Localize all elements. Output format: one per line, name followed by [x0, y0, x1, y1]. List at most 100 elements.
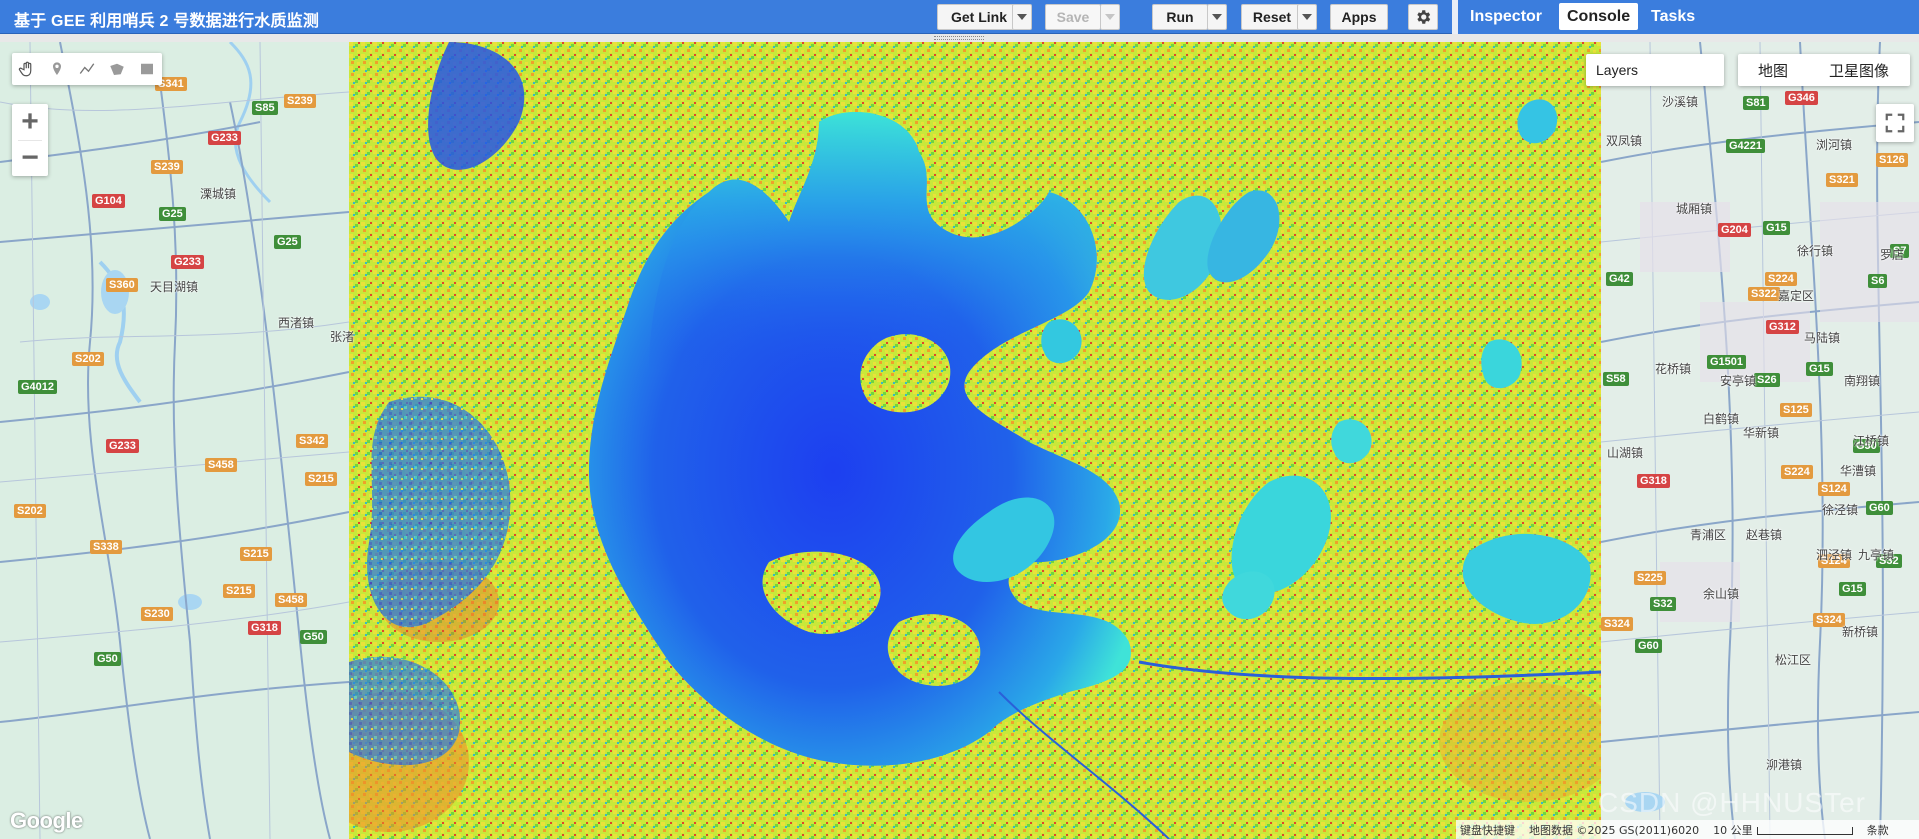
settings-button[interactable]: [1408, 4, 1438, 30]
get-link-button[interactable]: Get Link: [937, 4, 1021, 30]
town-label: 泖港镇: [1766, 758, 1803, 772]
road-shield: S324: [1601, 617, 1633, 631]
script-title[interactable]: 基于 GEE 利用哨兵 2 号数据进行水质监测: [14, 7, 319, 31]
layers-button[interactable]: Layers: [1586, 54, 1724, 86]
get-link-dropdown[interactable]: [1012, 4, 1032, 30]
town-label: 西渚镇: [278, 316, 315, 330]
road-shield: G312: [1766, 320, 1799, 334]
town-label: 赵巷镇: [1746, 528, 1783, 542]
reset-button[interactable]: Reset: [1241, 4, 1303, 30]
road-shield: S202: [14, 504, 46, 518]
road-shield: G204: [1718, 223, 1751, 237]
tab-console[interactable]: Console: [1559, 3, 1639, 30]
tab-tasks[interactable]: Tasks: [1643, 3, 1703, 30]
road-shield: S215: [223, 584, 255, 598]
map-canvas[interactable]: S341 S85 S239 G233 S239 G104 G25 G25 G23…: [0, 42, 1919, 839]
draw-polygon-tool[interactable]: [102, 53, 132, 85]
road-shield: S224: [1781, 465, 1813, 479]
map-data-text: 地图数据 ©2025 GS(2011)6020: [1529, 823, 1700, 837]
road-shield: S324: [1813, 613, 1845, 627]
road-shield: G15: [1763, 221, 1790, 235]
town-label: 浏河镇: [1816, 138, 1853, 152]
town-label: 马陆镇: [1804, 331, 1841, 345]
zoom-control: + −: [12, 104, 48, 176]
road-shield: S239: [284, 94, 316, 108]
run-button[interactable]: Run: [1152, 4, 1208, 30]
gear-icon: [1417, 10, 1431, 24]
road-shield: S239: [151, 160, 183, 174]
apps-button[interactable]: Apps: [1330, 4, 1388, 30]
town-label: 九亭镇: [1858, 548, 1895, 562]
road-shield: G233: [171, 255, 204, 269]
road-shield: S85: [252, 101, 278, 115]
tab-inspector[interactable]: Inspector: [1462, 3, 1550, 30]
polyline-icon: [79, 63, 95, 74]
zoom-out-button[interactable]: −: [12, 140, 48, 176]
zoom-divider: [18, 140, 42, 141]
road-shield: G15: [1839, 582, 1866, 596]
road-shield: G104: [92, 194, 125, 208]
road-shield: S230: [141, 607, 173, 621]
town-label: 溧城镇: [200, 187, 237, 201]
map-type-satellite[interactable]: 卫星图像: [1808, 54, 1910, 86]
reset-dropdown[interactable]: [1297, 4, 1317, 30]
road-shield: S458: [205, 458, 237, 472]
zoom-in-button[interactable]: +: [12, 104, 48, 140]
google-logo: Google: [10, 808, 83, 833]
save-button[interactable]: Save: [1045, 4, 1101, 30]
town-label: 新桥镇: [1842, 625, 1879, 639]
town-label: 余山镇: [1703, 587, 1740, 601]
road-shield: G233: [106, 439, 139, 453]
road-shield: G4221: [1726, 139, 1766, 153]
scale-label: 10 公里: [1713, 823, 1753, 837]
polygon-icon: [110, 63, 124, 75]
scale-bar: [1756, 826, 1853, 835]
run-dropdown[interactable]: [1207, 4, 1227, 30]
keyboard-shortcuts-link[interactable]: 键盘快捷键: [1460, 822, 1515, 838]
map-type-roadmap[interactable]: 地图: [1738, 54, 1808, 86]
town-label: 南翔镇: [1844, 374, 1881, 388]
town-label: 华新镇: [1743, 426, 1780, 440]
drawing-tools: [12, 53, 162, 85]
road-shield: G318: [1637, 474, 1670, 488]
draw-line-tool[interactable]: [72, 53, 102, 85]
road-shield: S58: [1603, 372, 1629, 386]
road-shield: G15: [1806, 362, 1833, 376]
town-label: 山湖镇: [1607, 446, 1644, 460]
map-attribution: 键盘快捷键 地图数据 ©2025 GS(2011)6020 10 公里 条款: [1456, 820, 1919, 839]
town-label: 花桥镇: [1655, 362, 1692, 376]
chevron-down-icon: [1105, 14, 1115, 20]
save-dropdown[interactable]: [1100, 4, 1120, 30]
road-shield: S126: [1876, 153, 1908, 167]
town-label: 天目湖镇: [150, 280, 199, 294]
town-label: 江桥镇: [1853, 434, 1890, 448]
terms-link[interactable]: 条款: [1867, 822, 1889, 838]
fullscreen-button[interactable]: [1876, 104, 1914, 142]
top-toolbar: 基于 GEE 利用哨兵 2 号数据进行水质监测 Get Link Save Ru…: [0, 0, 1919, 34]
road-shield: G1501: [1707, 355, 1747, 369]
pan-hand-tool[interactable]: [12, 53, 42, 85]
road-shield: S224: [1765, 272, 1797, 286]
road-shield: S322: [1748, 287, 1780, 301]
road-shield: S124: [1818, 482, 1850, 496]
road-shield: S32: [1650, 597, 1676, 611]
splitter-grip[interactable]: [934, 36, 984, 40]
road-shield: S321: [1826, 173, 1858, 187]
marker-icon: [53, 62, 61, 75]
water-quality-overlay: [349, 42, 1601, 839]
town-label: 白鹤镇: [1703, 412, 1740, 426]
draw-rectangle-tool[interactable]: [132, 53, 162, 85]
road-shield: S215: [240, 547, 272, 561]
watermark: CSDN @HHNUSTer: [1598, 787, 1866, 818]
town-label: 泗泾镇: [1816, 548, 1853, 562]
map-type-control: 地图 卫星图像: [1738, 54, 1910, 86]
draw-point-tool[interactable]: [42, 53, 72, 85]
chevron-down-icon: [1017, 14, 1027, 20]
town-label: 城厢镇: [1676, 202, 1713, 216]
road-shield: G50: [300, 630, 327, 644]
road-shield: G233: [208, 131, 241, 145]
town-label: 沙溪镇: [1662, 95, 1699, 109]
town-label: 青浦区: [1690, 528, 1727, 542]
scale-control[interactable]: 10 公里: [1713, 822, 1853, 838]
road-shield: G60: [1866, 501, 1893, 515]
